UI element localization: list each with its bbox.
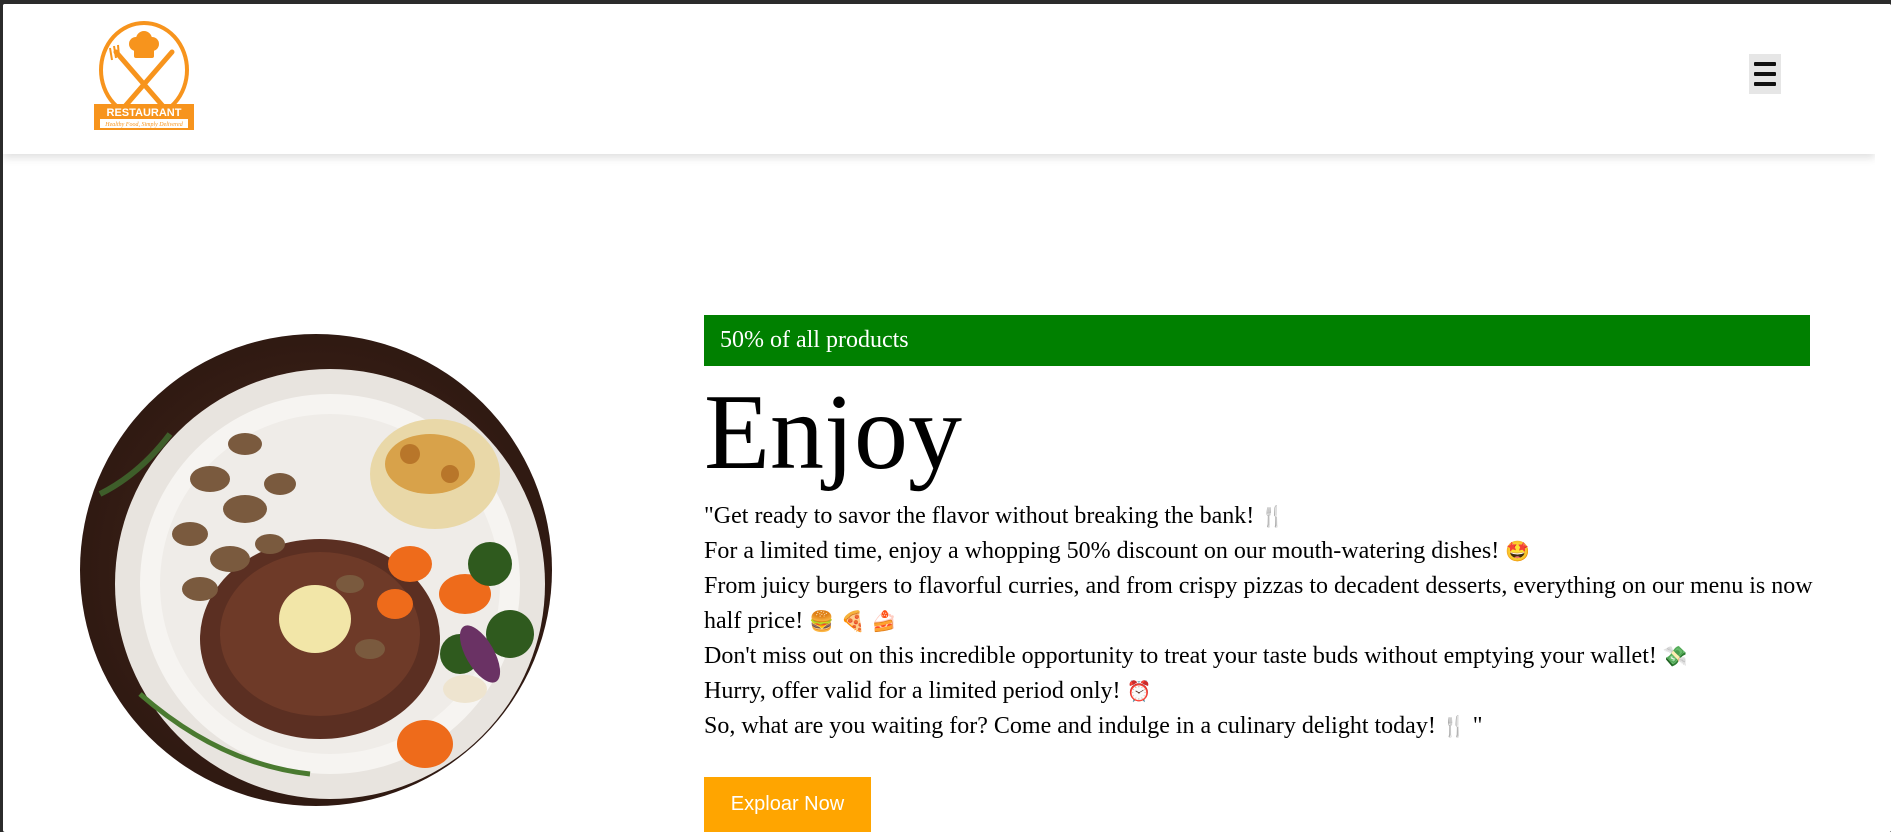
money-wings-icon: 💸 bbox=[1662, 644, 1688, 668]
hero-line-text: Don't miss out on this incredible opport… bbox=[704, 643, 1657, 669]
logo-text: RESTAURANT bbox=[107, 107, 182, 119]
alarm-clock-icon: ⏰ bbox=[1126, 679, 1152, 703]
hero-line-text: For a limited time, enjoy a whopping 50%… bbox=[704, 538, 1500, 564]
logo-tagline: Healthy Food, Simply Delivered bbox=[104, 122, 183, 128]
star-struck-icon: 🤩 bbox=[1505, 539, 1531, 563]
hero-line: Hurry, offer valid for a limited period … bbox=[704, 674, 1814, 709]
closing-quote: " bbox=[1466, 713, 1483, 739]
scrollbar[interactable] bbox=[1875, 4, 1891, 832]
browser-viewport: RESTAURANT Healthy Food, Simply Delivere… bbox=[3, 4, 1891, 832]
fork-knife-icon: 🍴 bbox=[1441, 714, 1467, 738]
navbar: RESTAURANT Healthy Food, Simply Delivere… bbox=[3, 4, 1875, 154]
hero-line: "Get ready to savor the flavor without b… bbox=[704, 499, 1814, 534]
hero-line-text: Hurry, offer valid for a limited period … bbox=[704, 678, 1121, 704]
hero-line-text: "Get ready to savor the flavor without b… bbox=[704, 503, 1255, 529]
hero-title: Enjoy bbox=[704, 373, 962, 492]
hero-line: From juicy burgers to flavorful curries,… bbox=[704, 569, 1814, 639]
menu-line bbox=[1754, 62, 1776, 66]
restaurant-logo[interactable]: RESTAURANT Healthy Food, Simply Delivere… bbox=[94, 20, 194, 132]
menu-line bbox=[1754, 82, 1776, 86]
promo-banner: 50% of all products bbox=[704, 315, 1810, 366]
steak-dish-image bbox=[80, 334, 552, 806]
hero-line: For a limited time, enjoy a whopping 50%… bbox=[704, 534, 1814, 569]
food-icons: 🍔 🍕 🍰 bbox=[809, 609, 897, 633]
hero-line: Don't miss out on this incredible opport… bbox=[704, 639, 1814, 674]
hamburger-menu-icon[interactable] bbox=[1749, 54, 1781, 94]
hero-line: So, what are you waiting for? Come and i… bbox=[704, 709, 1814, 744]
fork-knife-icon: 🍴 bbox=[1260, 504, 1286, 528]
menu-line bbox=[1754, 72, 1776, 76]
hero-line-text: So, what are you waiting for? Come and i… bbox=[704, 713, 1436, 739]
explore-now-button[interactable]: Exploar Now bbox=[704, 777, 871, 832]
hero-description: "Get ready to savor the flavor without b… bbox=[704, 499, 1814, 744]
